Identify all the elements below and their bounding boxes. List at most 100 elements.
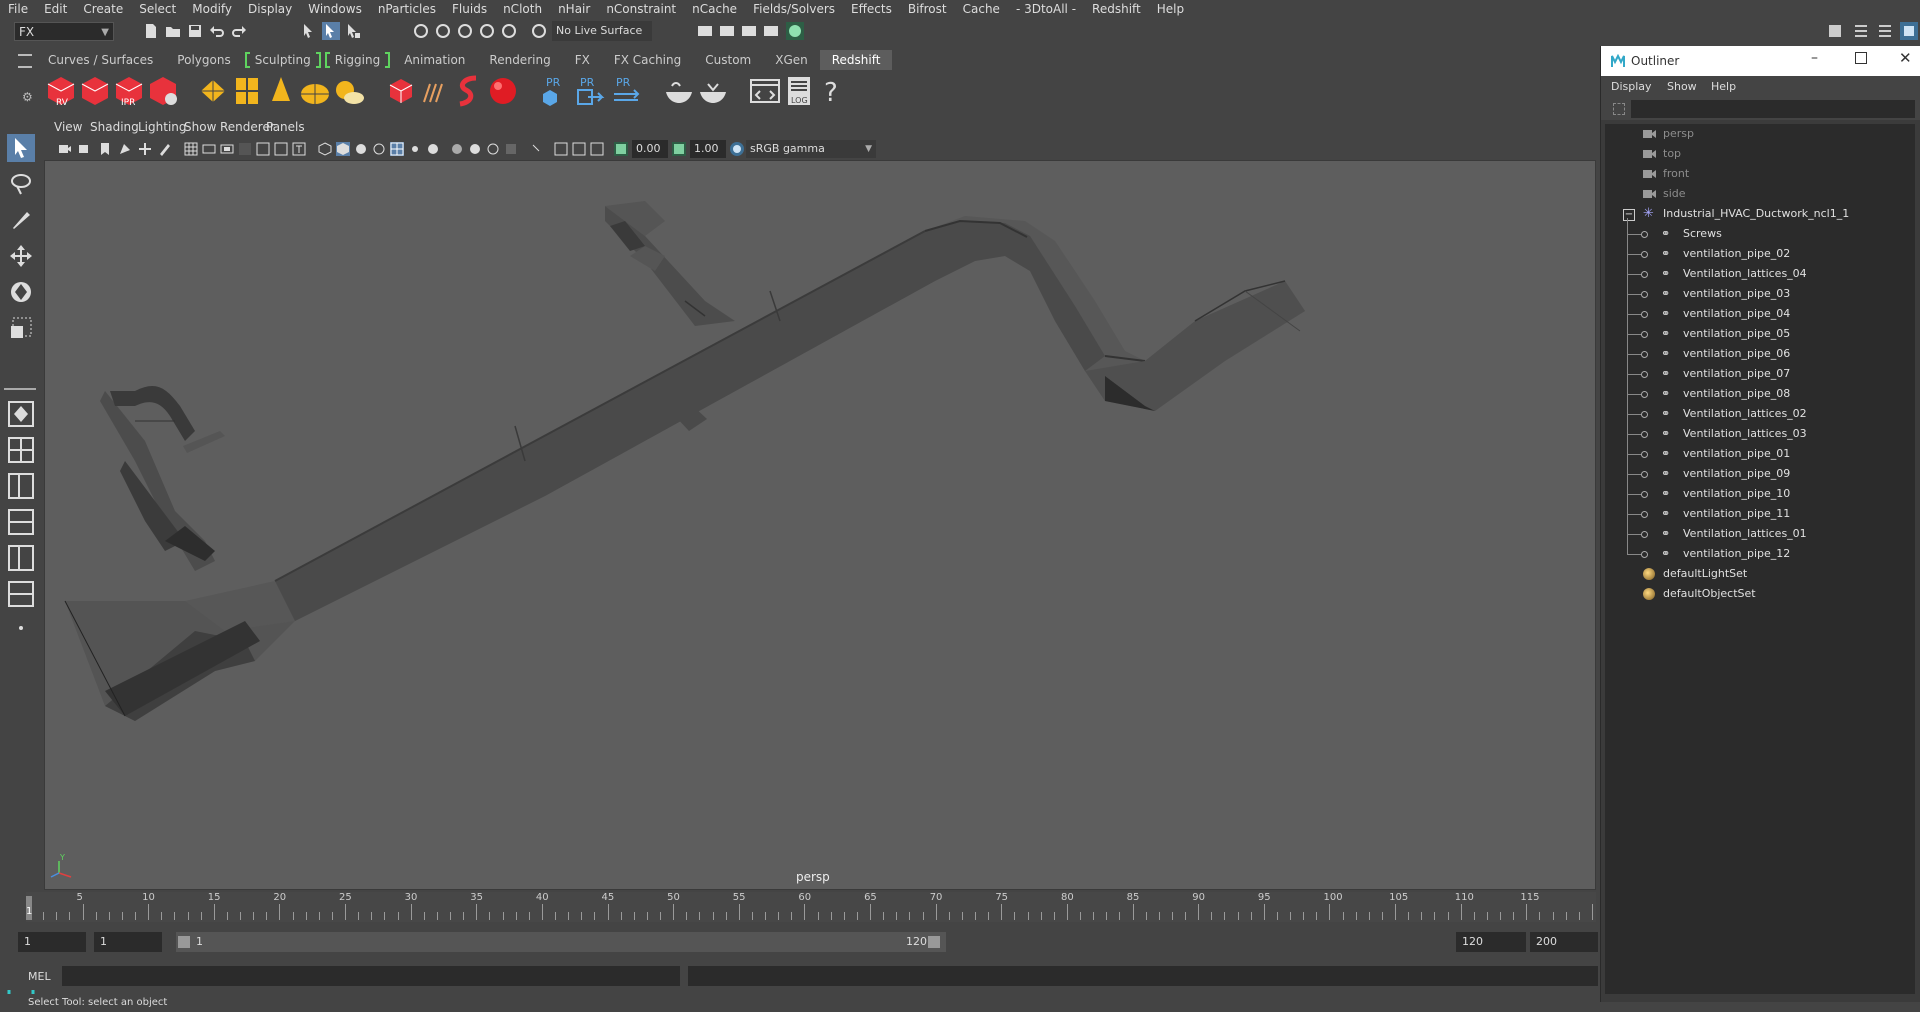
menu-3dtoall[interactable]: - 3DtoAll - [1008, 2, 1084, 16]
outliner-item-ventilation_pipe_09[interactable]: ⚭ ventilation_pipe_09 [1605, 464, 1911, 484]
menu-cache[interactable]: Cache [955, 2, 1008, 16]
menu-ncloth[interactable]: nCloth [495, 2, 550, 16]
render-settings-icon[interactable] [146, 74, 180, 108]
shelf-tab-fx[interactable]: FX [563, 50, 602, 70]
expand-dot-icon[interactable] [1641, 491, 1648, 498]
menu-display[interactable]: Display [240, 2, 300, 16]
ipr-render-icon[interactable] [740, 22, 758, 40]
scale-tool-icon[interactable] [7, 314, 35, 342]
modeling-toolkit-icon[interactable] [1826, 22, 1844, 40]
command-input[interactable] [62, 966, 680, 986]
snap-view-plane-icon[interactable] [478, 22, 496, 40]
use-all-lights-icon[interactable] [408, 142, 422, 156]
expand-dot-icon[interactable] [1641, 551, 1648, 558]
outliner-camera-persp[interactable]: persp [1605, 124, 1911, 144]
outliner-layout-icon[interactable] [7, 580, 35, 608]
outliner-search-input[interactable] [1631, 100, 1915, 118]
menu-select[interactable]: Select [131, 2, 184, 16]
magnet-icon[interactable] [530, 22, 548, 40]
ipr-icon[interactable]: IPR [112, 74, 146, 108]
material-bowl-icon[interactable] [662, 74, 696, 108]
outliner-item-ventilation_pipe_10[interactable]: ⚭ ventilation_pipe_10 [1605, 484, 1911, 504]
hypershade-icon[interactable] [786, 22, 804, 40]
portal-light-icon[interactable] [230, 74, 264, 108]
outliner-item-ventilation_pipe_04[interactable]: ⚭ ventilation_pipe_04 [1605, 304, 1911, 324]
persp-outliner-layout-icon[interactable] [7, 544, 35, 572]
select-tool-icon[interactable] [7, 134, 35, 162]
outliner-item-ventilation_lattices_01[interactable]: ⚭ Ventilation_lattices_01 [1605, 524, 1911, 544]
image-plane-icon[interactable] [118, 142, 132, 156]
camera-icon[interactable] [58, 142, 72, 156]
expand-layouts-icon[interactable] [7, 614, 35, 642]
start-time-field[interactable]: 1 [18, 932, 86, 952]
playback-start-field[interactable]: 1 [94, 932, 162, 952]
menu-set-selector[interactable]: FX ▼ [14, 22, 114, 41]
viewport-persp[interactable]: Y [44, 160, 1596, 890]
expand-dot-icon[interactable] [1641, 431, 1648, 438]
render-view-icon[interactable]: RV [44, 74, 78, 108]
shelf-tab-custom[interactable]: Custom [693, 50, 763, 70]
close-icon[interactable]: ✕ [1899, 49, 1912, 67]
expand-dot-icon[interactable] [1641, 311, 1648, 318]
2d-pan-zoom-icon[interactable] [138, 142, 152, 156]
expand-dot-icon[interactable] [1641, 331, 1648, 338]
outliner-menu-help[interactable]: Help [1711, 80, 1736, 93]
expand-dot-icon[interactable] [1641, 291, 1648, 298]
expand-dot-icon[interactable] [1641, 231, 1648, 238]
range-end-handle[interactable] [928, 936, 940, 948]
volume-icon[interactable] [418, 74, 452, 108]
dome-light-icon[interactable] [298, 74, 332, 108]
menu-nconstraint[interactable]: nConstraint [598, 2, 684, 16]
menu-create[interactable]: Create [75, 2, 131, 16]
outliner-item-screws[interactable]: ⚭ Screws [1605, 224, 1911, 244]
outliner-group-row[interactable]: − ✳ Industrial_HVAC_Ductwork_ncl1_1 [1605, 204, 1911, 224]
select-object-icon[interactable] [322, 22, 340, 40]
maximize-icon[interactable] [1855, 52, 1867, 64]
shelf-tab-redshift[interactable]: Redshift [819, 50, 893, 70]
persp-graph-layout-icon[interactable] [7, 508, 35, 536]
menu-help[interactable]: Help [1149, 2, 1192, 16]
render-frame-icon[interactable] [696, 22, 714, 40]
area-light-icon[interactable] [196, 74, 230, 108]
xray-icon[interactable] [554, 142, 568, 156]
expand-dot-icon[interactable] [1641, 511, 1648, 518]
menu-windows[interactable]: Windows [300, 2, 370, 16]
expand-dot-icon[interactable] [1641, 351, 1648, 358]
bookmark-icon[interactable] [98, 142, 112, 156]
shelf-menu-icon[interactable] [18, 54, 32, 68]
shelf-tab-rigging[interactable]: Rigging [323, 50, 392, 70]
lasso-tool-icon[interactable] [7, 170, 35, 198]
select-component-icon[interactable] [344, 22, 362, 40]
outliner-item-ventilation_lattices_03[interactable]: ⚭ Ventilation_lattices_03 [1605, 424, 1911, 444]
default-material-icon[interactable] [354, 142, 368, 156]
select-hierarchy-icon[interactable] [300, 22, 318, 40]
snap-grid-icon[interactable] [412, 22, 430, 40]
render-batch-icon[interactable] [78, 74, 112, 108]
render-sequence-icon[interactable] [718, 22, 736, 40]
resolution-gate-icon[interactable] [220, 142, 234, 156]
view-transform-select[interactable]: sRGB gamma ▼ [746, 140, 876, 158]
panel-menu-show[interactable]: Show [184, 120, 216, 134]
outliner-camera-top[interactable]: top [1605, 144, 1911, 164]
motion-blur-icon[interactable] [468, 142, 482, 156]
menu-edit[interactable]: Edit [36, 2, 75, 16]
menu-file[interactable]: File [0, 2, 36, 16]
hair-icon[interactable] [452, 74, 486, 108]
outliner-menu-show[interactable]: Show [1667, 80, 1697, 93]
gear-icon[interactable]: ⚙ [22, 90, 34, 104]
sun-sky-icon[interactable] [332, 74, 366, 108]
wireframe-on-shaded-icon[interactable] [372, 142, 386, 156]
shadows-icon[interactable] [426, 142, 440, 156]
outliner-horizontal-scrollbar[interactable] [1609, 976, 1909, 986]
four-view-layout-icon[interactable] [7, 436, 35, 464]
gamma-field[interactable]: 1.00 [690, 140, 726, 158]
tool-settings-icon[interactable] [1876, 22, 1894, 40]
exposure-field[interactable]: 0.00 [632, 140, 668, 158]
new-scene-icon[interactable] [142, 22, 160, 40]
panel-menu-panels[interactable]: Panels [266, 120, 305, 134]
shelf-tab-curves-surfaces[interactable]: Curves / Surfaces [36, 50, 165, 70]
textured-icon[interactable] [390, 142, 404, 156]
script-editor-icon[interactable] [748, 74, 782, 108]
menu-ncache[interactable]: nCache [684, 2, 745, 16]
expand-dot-icon[interactable] [1641, 371, 1648, 378]
